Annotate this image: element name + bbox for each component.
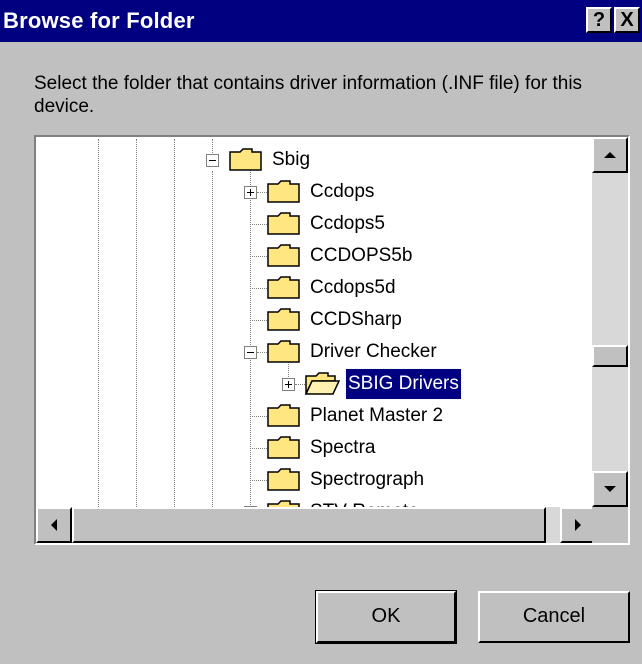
folder-icon: [267, 404, 300, 427]
tree-branch-line: [250, 320, 267, 321]
vertical-scrollbar[interactable]: [592, 137, 628, 507]
instruction-text: Select the folder that contains driver i…: [34, 73, 583, 117]
scrollbar-corner: [592, 507, 628, 543]
tree-branch-line: [250, 288, 267, 289]
tree-item-label: Spectra: [310, 437, 376, 458]
tree-viewport: Sbig Ccdops Ccdops5 CCDOPS5b Ccdops5d CC…: [38, 139, 598, 509]
tree-item-label: Ccdops5: [310, 213, 385, 234]
tree-guide-line: [136, 139, 137, 509]
title-bar[interactable]: Browse for Folder ? X: [0, 0, 642, 42]
browse-for-folder-dialog: Browse for Folder ? X Select the folder …: [0, 0, 642, 664]
scroll-down-button[interactable]: [592, 471, 628, 507]
tree-item-label: CCDSharp: [310, 309, 402, 330]
tree-item-label: Driver Checker: [310, 341, 437, 362]
cancel-button[interactable]: Cancel: [478, 591, 630, 643]
arrow-down-icon: [604, 486, 616, 492]
folder-icon: [267, 468, 300, 491]
tree-branch-line: [250, 480, 267, 481]
help-button[interactable]: ?: [586, 7, 612, 33]
tree-item-label: Ccdops5d: [310, 277, 396, 298]
tree-item-label: CCDOPS5b: [310, 245, 413, 266]
arrow-right-icon: [575, 519, 581, 531]
tree-guide-line: [174, 139, 175, 509]
folder-tree[interactable]: Sbig Ccdops Ccdops5 CCDOPS5b Ccdops5d CC…: [34, 135, 630, 545]
horizontal-scrollbar[interactable]: [36, 507, 596, 543]
folder-icon: [267, 212, 300, 235]
close-button[interactable]: X: [614, 7, 640, 33]
arrow-left-icon: [51, 519, 57, 531]
tree-item-label: Ccdops: [310, 181, 375, 202]
tree-item-label: Planet Master 2: [310, 405, 444, 426]
tree-item-label: Sbig: [272, 149, 311, 170]
scroll-left-button[interactable]: [36, 507, 72, 543]
tree-branch-line: [250, 224, 267, 225]
window-title: Browse for Folder: [3, 8, 195, 33]
tree-branch-line: [250, 448, 267, 449]
folder-icon: [267, 276, 300, 299]
tree-guide-line: [250, 169, 251, 509]
tree-guide-line: [98, 139, 99, 509]
horizontal-scroll-thumb[interactable]: [72, 507, 546, 543]
folder-icon: [229, 148, 262, 171]
expand-ccdops-toggle[interactable]: [244, 186, 257, 199]
folder-icon: [267, 436, 300, 459]
tree-branch-line: [250, 256, 267, 257]
folder-icon: [267, 340, 300, 363]
folder-open-icon: [304, 372, 340, 395]
collapse-sbig-toggle[interactable]: [206, 154, 219, 167]
vertical-scroll-thumb[interactable]: [592, 345, 628, 367]
tree-item-label: Spectrograph: [310, 469, 425, 490]
ok-button[interactable]: OK: [315, 590, 457, 644]
collapse-driver-checker-toggle[interactable]: [244, 346, 257, 359]
expand-sbig-drivers-toggle[interactable]: [282, 378, 295, 391]
scroll-right-button[interactable]: [560, 507, 596, 543]
tree-item-label-selected: SBIG Drivers: [345, 368, 462, 400]
arrow-up-icon: [604, 152, 616, 158]
folder-icon: [267, 308, 300, 331]
folder-icon: [267, 244, 300, 267]
tree-branch-line: [250, 416, 267, 417]
tree-guide-line: [212, 171, 213, 509]
scroll-up-button[interactable]: [592, 137, 628, 173]
folder-icon: [267, 180, 300, 203]
